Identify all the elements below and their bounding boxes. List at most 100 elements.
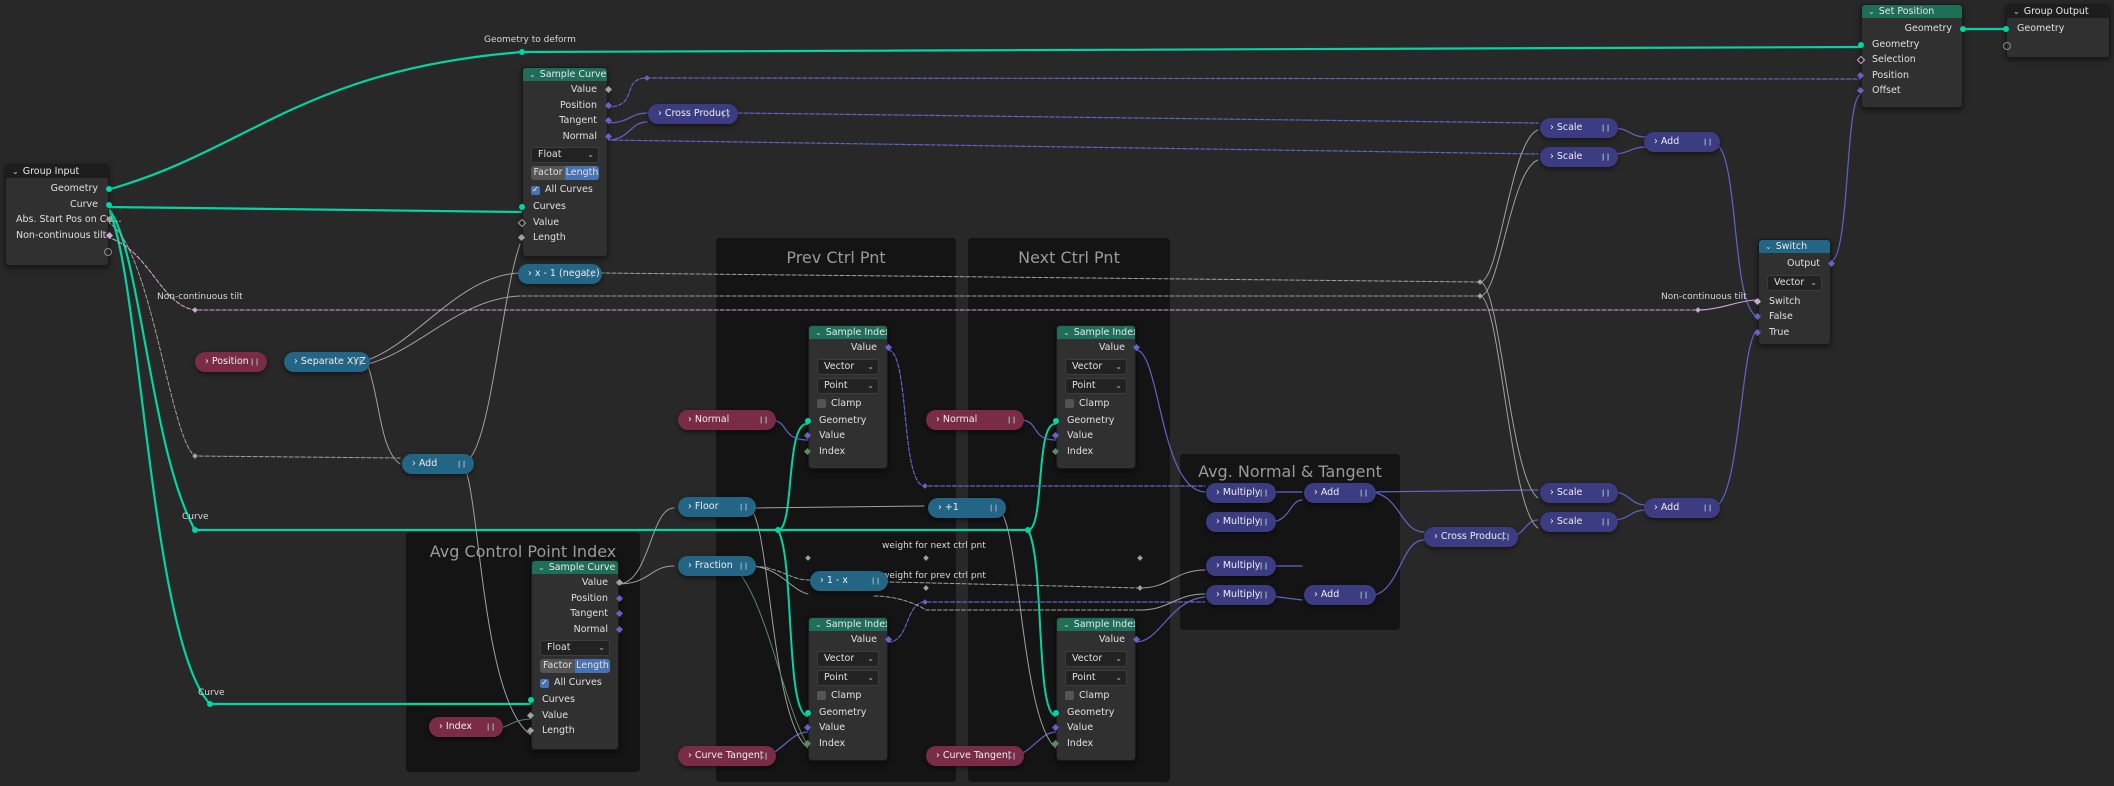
fraction-node[interactable]: › Fraction ❙❙	[678, 556, 756, 576]
checkmark-icon[interactable]: ✓	[540, 678, 549, 688]
grip-icon[interactable]: ❙❙	[758, 410, 769, 430]
checkbox-icon[interactable]	[1065, 399, 1074, 408]
group-output-node[interactable]: ⌄ Group Output Geometry	[2003, 4, 2110, 58]
node-header[interactable]: ⌄ Sample Index	[1057, 618, 1135, 631]
mode-factor[interactable]: Factor	[540, 659, 575, 673]
socket-empty[interactable]	[6, 243, 112, 259]
grip-icon[interactable]: ❙❙	[1258, 483, 1269, 503]
grip-icon[interactable]: ❙❙	[1358, 483, 1369, 503]
normal-input-node-prev[interactable]: › Normal ❙❙	[678, 410, 776, 430]
geometry-socket-icon[interactable]	[528, 697, 534, 703]
mode-toggle[interactable]: Factor Length	[540, 659, 610, 673]
collapse-chevron-icon[interactable]: ⌄	[1868, 5, 1875, 18]
index-input-node[interactable]: › Index ❙❙	[429, 717, 503, 737]
socket-output[interactable]: Output	[1759, 256, 1836, 272]
scale-node[interactable]: › Scale ❙❙	[1540, 118, 1618, 138]
checkmark-icon[interactable]: ✓	[531, 185, 540, 195]
add-node[interactable]: › Add ❙❙	[402, 454, 474, 474]
socket-position[interactable]: Position	[532, 591, 624, 607]
socket-value-in[interactable]: Value	[517, 215, 607, 231]
grip-icon[interactable]: ❙❙	[720, 104, 731, 124]
geometry-socket-icon[interactable]	[1960, 26, 1966, 32]
multiply-node[interactable]: › Multiply ❙❙	[1206, 512, 1276, 532]
all-curves-checkbox[interactable]: ✓ All Curves	[540, 676, 610, 690]
socket-selection[interactable]: Selection	[1856, 52, 1962, 68]
grip-icon[interactable]: ❙❙	[485, 717, 496, 737]
expand-chevron-icon[interactable]: ›	[820, 575, 824, 586]
socket-normal[interactable]: Normal	[523, 129, 613, 145]
grip-icon[interactable]: ❙❙	[1600, 483, 1611, 503]
mode-length[interactable]: Length	[565, 166, 599, 180]
data-type-dropdown[interactable]: Vector ⌄	[1767, 274, 1822, 291]
curve-tangent-input-node-next[interactable]: › Curve Tangent ❙❙	[926, 746, 1024, 766]
socket-value-in[interactable]: Value	[526, 708, 618, 724]
vector-socket-icon[interactable]	[1753, 328, 1762, 336]
switch-node[interactable]: ⌄ Switch Output Vector ⌄ Switch False True	[1753, 239, 1836, 345]
all-curves-checkbox[interactable]: ✓ All Curves	[531, 183, 599, 197]
add-node[interactable]: › Add ❙❙	[1644, 498, 1720, 518]
clamp-checkbox[interactable]: Clamp	[1065, 397, 1127, 411]
grip-icon[interactable]: ❙❙	[1006, 410, 1017, 430]
expand-chevron-icon[interactable]: ›	[528, 268, 532, 279]
grip-icon[interactable]: ❙❙	[1258, 585, 1269, 605]
socket-index[interactable]: Index	[803, 444, 887, 460]
expand-chevron-icon[interactable]: ›	[688, 414, 692, 425]
mode-toggle[interactable]: Factor Length	[531, 166, 599, 180]
sample-index-node-next-top[interactable]: ⌄ Sample Index Value Vector ⌄ Point ⌄ Clamp…	[1051, 325, 1141, 469]
expand-chevron-icon[interactable]: ›	[936, 750, 940, 761]
collapse-chevron-icon[interactable]: ⌄	[538, 561, 545, 574]
sample-curve-node[interactable]: ⌄ Sample Curve Value Position Tangent Nor…	[517, 67, 613, 257]
grip-icon[interactable]: ❙❙	[1702, 132, 1713, 152]
grip-icon[interactable]: ❙❙	[1702, 498, 1713, 518]
domain-dropdown[interactable]: Point ⌄	[817, 669, 879, 686]
socket-index[interactable]: Index	[1051, 736, 1135, 752]
multiply-node[interactable]: › Multiply ❙❙	[1206, 556, 1276, 576]
grip-icon[interactable]: ❙❙	[1600, 512, 1611, 532]
vector-socket-icon[interactable]	[1856, 71, 1865, 79]
socket-geometry-in[interactable]: Geometry	[1858, 37, 1962, 53]
floor-node[interactable]: › Floor ❙❙	[678, 497, 756, 517]
add-node[interactable]: › Add ❙❙	[1644, 132, 1720, 152]
clamp-checkbox[interactable]: Clamp	[817, 397, 879, 411]
expand-chevron-icon[interactable]: ›	[1434, 531, 1438, 542]
group-input-node[interactable]: ⌄ Group Input Geometry Curve Abs. Start P…	[5, 164, 121, 266]
sample-index-node-next-bottom[interactable]: ⌄ Sample Index Value Vector ⌄ Point ⌄ Clamp…	[1051, 617, 1141, 761]
expand-chevron-icon[interactable]: ›	[1216, 589, 1220, 600]
sample-index-node-prev-bottom[interactable]: ⌄ Sample Index Value Vector ⌄ Point ⌄ Clamp…	[803, 617, 893, 761]
data-type-dropdown[interactable]: Float ⌄	[540, 640, 610, 656]
geometry-socket-icon[interactable]	[1858, 41, 1864, 48]
set-position-node[interactable]: ⌄ Set Position Geometry Geometry Selectio…	[1856, 4, 1966, 108]
socket-value-in[interactable]: Value	[803, 428, 887, 444]
node-header[interactable]: ⌄ Sample Curve	[532, 561, 618, 574]
data-type-dropdown[interactable]: Vector ⌄	[1065, 650, 1127, 667]
normal-input-node-next[interactable]: › Normal ❙❙	[926, 410, 1024, 430]
scale-node[interactable]: › Scale ❙❙	[1540, 512, 1618, 532]
socket-curves[interactable]: Curves	[528, 692, 618, 708]
socket-index[interactable]: Index	[1051, 444, 1135, 460]
socket-value[interactable]: Value	[809, 632, 893, 648]
sample-curve-node[interactable]: ⌄ Sample Curve Value Position Tangent Nor…	[526, 560, 624, 750]
socket-tangent[interactable]: Tangent	[532, 606, 624, 622]
data-type-dropdown[interactable]: Vector ⌄	[817, 358, 879, 375]
expand-chevron-icon[interactable]: ›	[658, 108, 662, 119]
socket-geometry[interactable]: Geometry	[6, 181, 112, 197]
data-type-dropdown[interactable]: Float ⌄	[531, 147, 599, 163]
socket-geometry[interactable]: Geometry	[1053, 705, 1135, 721]
node-header[interactable]: ⌄ Sample Curve	[523, 68, 607, 81]
socket-geometry[interactable]: Geometry	[1053, 413, 1135, 429]
socket-empty[interactable]	[2003, 37, 2109, 53]
grip-icon[interactable]: ❙❙	[1600, 147, 1611, 167]
socket-switch[interactable]: Switch	[1753, 294, 1830, 310]
geometry-socket-icon[interactable]	[2003, 26, 2009, 32]
empty-socket-icon[interactable]	[2003, 41, 2011, 50]
collapse-chevron-icon[interactable]: ⌄	[815, 618, 822, 631]
clamp-checkbox[interactable]: Clamp	[817, 689, 879, 703]
geometry-socket-icon[interactable]	[805, 417, 811, 424]
socket-value[interactable]: Value	[1057, 632, 1141, 648]
collapse-chevron-icon[interactable]: ⌄	[2013, 5, 2020, 18]
expand-chevron-icon[interactable]: ›	[412, 458, 416, 469]
expand-chevron-icon[interactable]: ›	[688, 750, 692, 761]
socket-index[interactable]: Index	[803, 736, 887, 752]
checkbox-icon[interactable]	[817, 691, 826, 700]
domain-dropdown[interactable]: Point ⌄	[1065, 669, 1127, 686]
